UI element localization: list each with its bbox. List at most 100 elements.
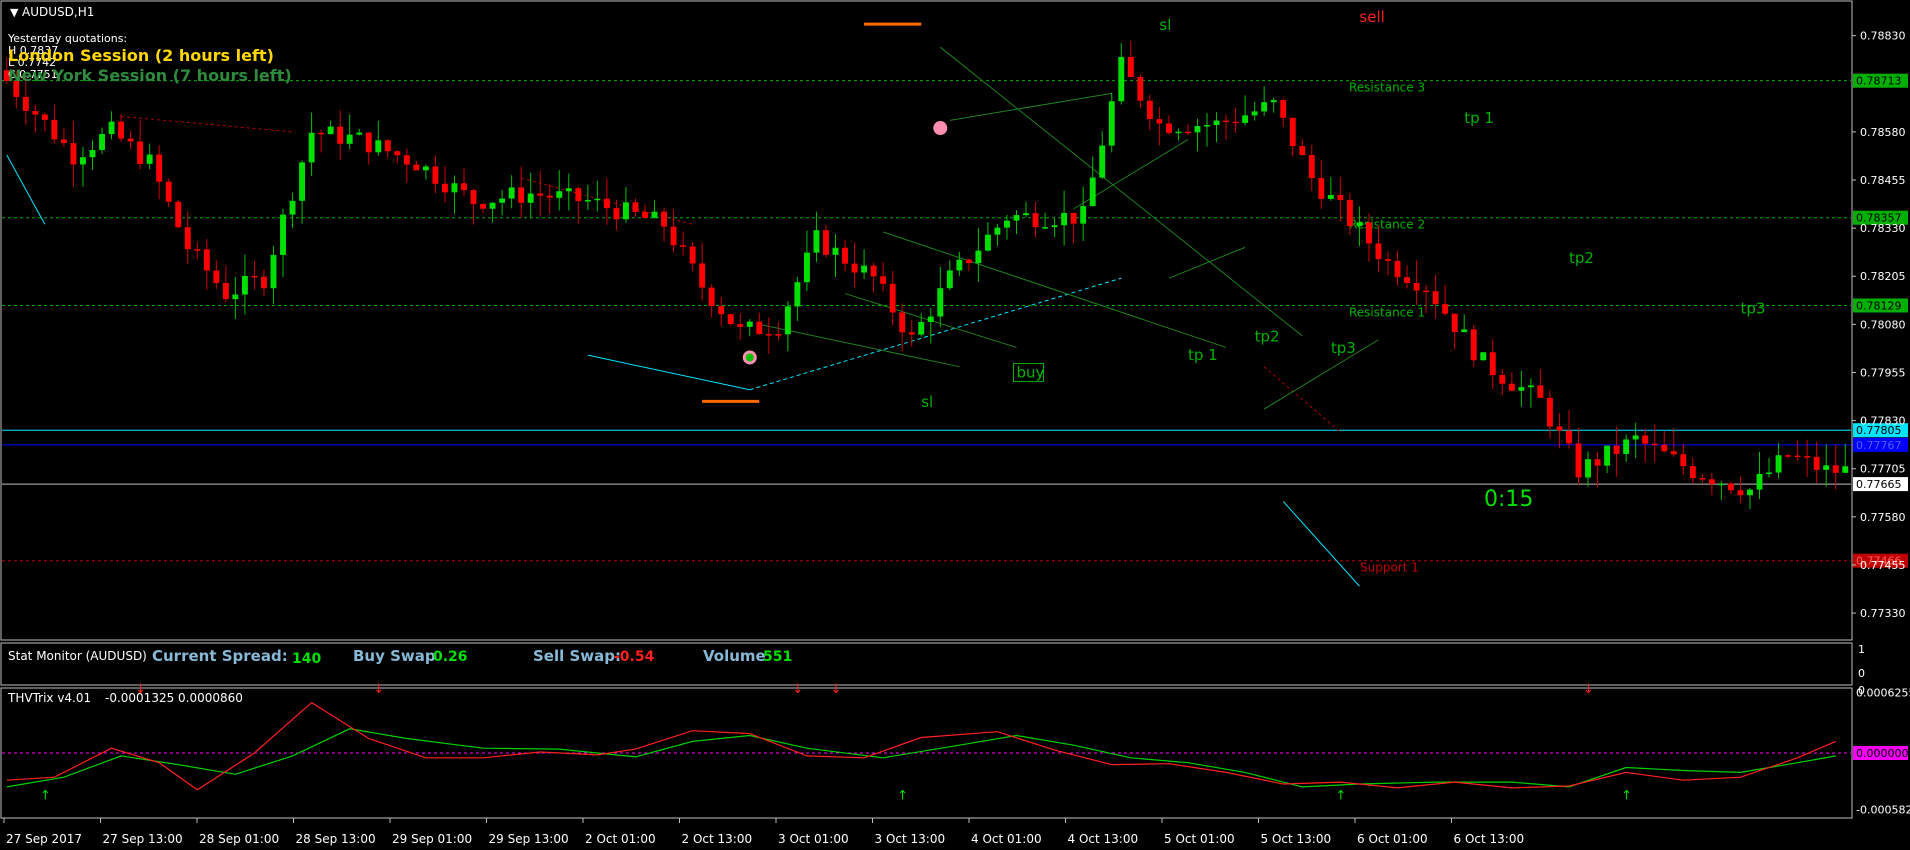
candle-body[interactable] — [1318, 178, 1325, 199]
window-menu-arrow-icon[interactable]: ▼ — [10, 6, 19, 19]
candle-body[interactable] — [1185, 131, 1191, 134]
candle-body[interactable] — [1708, 479, 1715, 485]
candle-body[interactable] — [946, 270, 953, 289]
candle-body[interactable] — [518, 187, 525, 203]
candle-body[interactable] — [718, 306, 725, 315]
candle-body[interactable] — [1042, 227, 1049, 229]
candle-body[interactable] — [261, 276, 267, 289]
candle-body[interactable] — [365, 132, 372, 153]
candle-body[interactable] — [1642, 435, 1649, 444]
chart-workspace[interactable]: Resistance 3 0.78713Resistance 2 0.78357Re… — [0, 0, 1910, 850]
candle-body[interactable] — [461, 183, 467, 191]
candle-body[interactable] — [1470, 329, 1477, 361]
candle-body[interactable] — [1756, 474, 1763, 490]
candle-body[interactable] — [441, 183, 448, 193]
candle-body[interactable] — [156, 154, 163, 182]
candle-body[interactable] — [1508, 383, 1515, 391]
candle-body[interactable] — [1546, 397, 1553, 427]
candle-body[interactable] — [165, 181, 172, 202]
candle-body[interactable] — [1108, 101, 1115, 146]
candle-body[interactable] — [861, 265, 868, 273]
candle-body[interactable] — [1432, 291, 1439, 305]
candle-body[interactable] — [270, 254, 277, 289]
candle-body[interactable] — [1099, 145, 1106, 178]
candle-body[interactable] — [565, 188, 572, 192]
candle-body[interactable] — [870, 265, 877, 277]
candle-body[interactable] — [222, 283, 229, 300]
candle-body[interactable] — [594, 198, 601, 201]
price-axis[interactable]: 0.78830 0.78580 0.78455 0.78330 0.78205 0.780… — [1852, 30, 1906, 620]
candle-body[interactable] — [1423, 290, 1430, 293]
candle-body[interactable] — [1346, 199, 1353, 227]
candle-body[interactable] — [32, 110, 39, 115]
candle-body[interactable] — [584, 200, 591, 202]
candle-body[interactable] — [994, 227, 1001, 235]
candle-body[interactable] — [651, 211, 658, 218]
candle-body[interactable] — [1299, 146, 1306, 156]
candle-body[interactable] — [613, 208, 620, 220]
candle-body[interactable] — [1156, 119, 1163, 124]
candle-body[interactable] — [413, 164, 420, 171]
candle-body[interactable] — [546, 195, 553, 198]
candle-body[interactable] — [1089, 177, 1096, 207]
candle-body[interactable] — [422, 166, 429, 171]
candle-body[interactable] — [794, 282, 801, 307]
candle-body[interactable] — [1442, 304, 1449, 314]
candle-body[interactable] — [1556, 426, 1563, 431]
candle-body[interactable] — [880, 276, 887, 284]
candle-body[interactable] — [108, 121, 115, 135]
candle-body[interactable] — [1527, 385, 1534, 388]
candle-body[interactable] — [1823, 465, 1830, 470]
candle-body[interactable] — [1623, 439, 1630, 455]
candle-body[interactable] — [699, 263, 706, 288]
candle-body[interactable] — [1061, 212, 1068, 226]
candle-body[interactable] — [899, 312, 906, 333]
candle-body[interactable] — [184, 227, 191, 250]
candle-body[interactable] — [346, 134, 353, 144]
candle-body[interactable] — [984, 234, 991, 251]
candle-body[interactable] — [1327, 194, 1334, 199]
candle-body[interactable] — [146, 154, 153, 164]
candle-body[interactable] — [823, 230, 829, 255]
candle-body[interactable] — [956, 259, 963, 271]
candle-body[interactable] — [375, 140, 382, 153]
candle-body[interactable] — [80, 157, 86, 165]
main-chart-frame[interactable] — [0, 0, 1853, 641]
candle-body[interactable] — [708, 287, 715, 307]
candle-body[interactable] — [937, 288, 944, 317]
candle-body[interactable] — [280, 214, 286, 255]
candle-body[interactable] — [1080, 206, 1087, 224]
candle-body[interactable] — [127, 138, 134, 142]
candle-body[interactable] — [813, 230, 820, 253]
candle-body[interactable] — [975, 250, 982, 264]
candle-body[interactable] — [737, 324, 744, 327]
candle-body[interactable] — [1766, 472, 1772, 475]
candle-body[interactable] — [803, 252, 810, 283]
candle-body[interactable] — [470, 190, 477, 205]
candle-body[interactable] — [1232, 121, 1239, 124]
candle-body[interactable] — [527, 193, 534, 203]
candle-body[interactable] — [1289, 117, 1296, 147]
candle-body[interactable] — [1242, 115, 1249, 123]
candle-body[interactable] — [1394, 260, 1401, 278]
candle-body[interactable] — [680, 245, 687, 247]
candle-body[interactable] — [1813, 456, 1820, 470]
candle-body[interactable] — [1727, 483, 1734, 491]
candle-body[interactable] — [1165, 123, 1172, 133]
candle-body[interactable] — [622, 202, 629, 220]
candle-body[interactable] — [1213, 120, 1220, 126]
candle-body[interactable] — [1632, 435, 1639, 440]
candle-body[interactable] — [203, 249, 210, 271]
candle-body[interactable] — [1775, 455, 1782, 473]
candle-body[interactable] — [1308, 155, 1315, 179]
candle-body[interactable] — [1718, 483, 1725, 486]
candle-body[interactable] — [1804, 456, 1811, 458]
candle-body[interactable] — [842, 247, 848, 264]
candle-body[interactable] — [1699, 478, 1706, 480]
candle-body[interactable] — [1613, 445, 1620, 455]
candle-body[interactable] — [394, 151, 401, 156]
candle-body[interactable] — [1175, 131, 1182, 134]
candle-body[interactable] — [1127, 56, 1134, 78]
candle-body[interactable] — [194, 249, 201, 251]
candle-body[interactable] — [1518, 387, 1525, 391]
